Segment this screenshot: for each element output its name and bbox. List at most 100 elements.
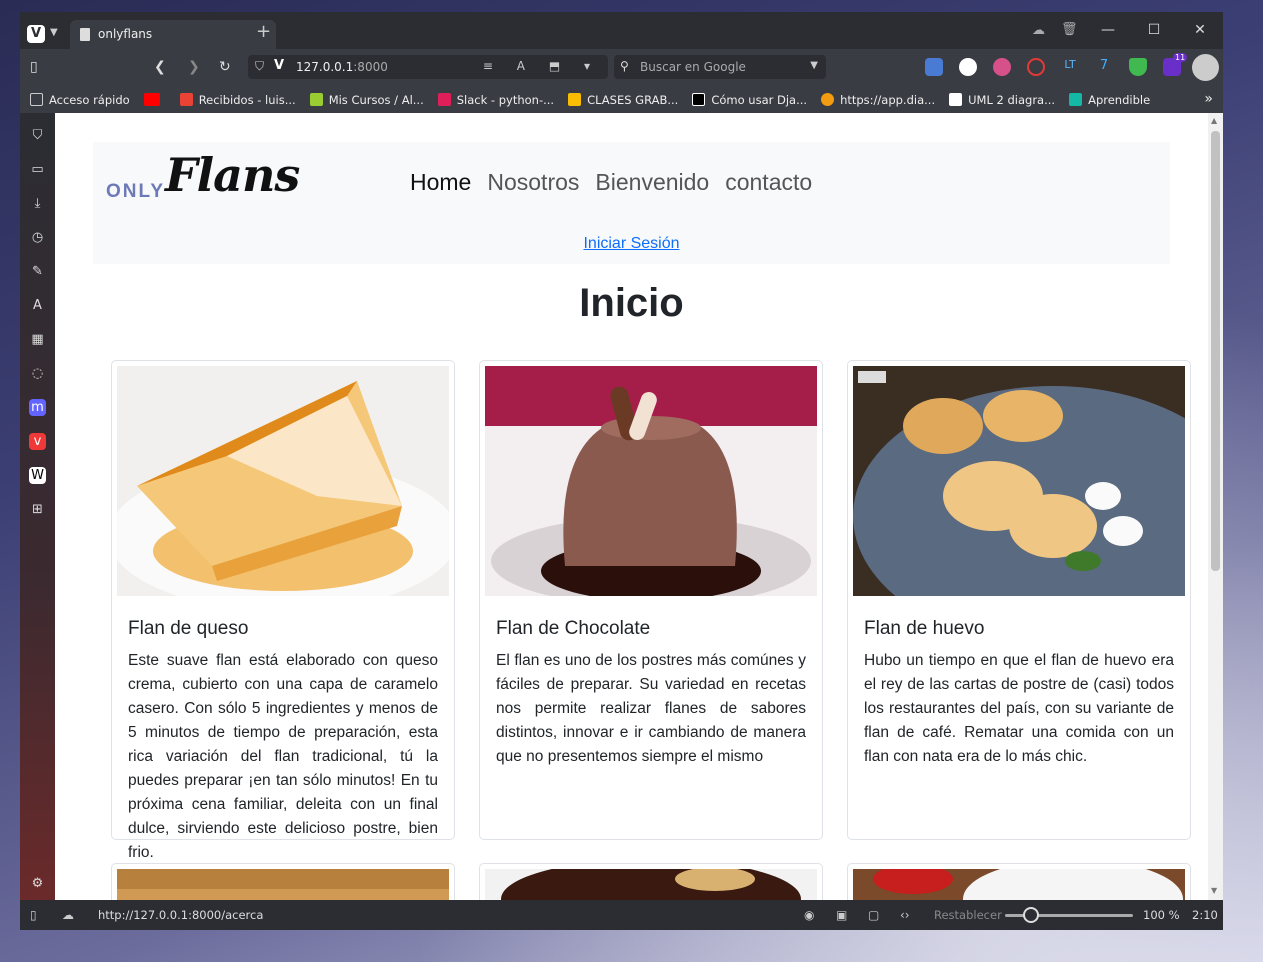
django-icon [692, 93, 706, 106]
sync-cloud-icon[interactable]: ☁ [62, 908, 74, 922]
capture-icon[interactable]: ◉ [804, 908, 814, 922]
card-text: El flan es uno de los postres más comúne… [496, 652, 806, 765]
nav-home[interactable]: Home [410, 169, 471, 196]
flan-image [117, 869, 449, 900]
flan-card: Flan de Chocolate El flan es uno de los … [479, 360, 823, 840]
bookmark-item[interactable]: Aprendible [1069, 93, 1150, 107]
extension-icon[interactable] [993, 58, 1011, 76]
scroll-thumb[interactable] [1211, 131, 1220, 571]
bookmark-item[interactable]: Slack - python-... [437, 93, 554, 107]
bookmark-item[interactable]: Mis Cursos / Al... [309, 93, 424, 107]
bookmark-item[interactable]: UML 2 diagra... [949, 93, 1055, 107]
add-panel-icon[interactable]: ⊞ [29, 501, 46, 518]
languagetool-extension-icon[interactable]: LT [1061, 58, 1079, 76]
site-navbar: ONLY Flans Home Nosotros Bienvenido cont… [93, 142, 1170, 224]
flan-queso-image [117, 366, 449, 596]
nav-bienvenido[interactable]: Bienvenido [595, 169, 709, 196]
mastodon-icon[interactable]: m [29, 399, 46, 416]
flan-card [847, 863, 1191, 900]
flan-card: Flan de queso Este suave flan está elabo… [111, 360, 455, 861]
tab-onlyflans[interactable]: onlyflans [70, 20, 276, 49]
translate-extension-icon[interactable] [925, 58, 943, 76]
flan-chocolate-image [485, 366, 817, 596]
search-engine-dropdown-icon[interactable]: ▼ [810, 60, 818, 71]
reset-zoom-button[interactable]: Restablecer [934, 908, 1002, 922]
extension-badge: 11 [1173, 53, 1188, 62]
url-field[interactable]: ⛉ V 127.0.0.1:8000 ≡ A ⬒ ▾ [248, 55, 608, 79]
extension-icon[interactable] [959, 58, 977, 76]
panel-toggle-icon[interactable]: ▯ [30, 908, 37, 922]
scroll-down-icon[interactable]: ▼ [1211, 886, 1217, 895]
clock: 2:10 [1192, 908, 1218, 922]
card-text: Este suave flan está elaborado con queso… [128, 652, 438, 861]
trash-icon[interactable]: 🗑 [1061, 22, 1078, 37]
scroll-up-icon[interactable]: ▲ [1211, 116, 1217, 125]
minimize-icon[interactable]: — [1085, 12, 1131, 49]
search-field[interactable]: ⚲ Buscar en Google ▼ [614, 55, 826, 79]
bookmark-item[interactable]: https://app.dia... [821, 93, 935, 107]
forward-icon[interactable]: ❯ [188, 59, 200, 75]
side-panel: ⛉ ▭ ⤓ ◷ ✎ A ▦ ◌ m v W ⊞ ⚙ [20, 113, 55, 900]
url-text: 127.0.0.1:8000 [296, 60, 388, 74]
downloads-icon[interactable]: ⤓ [29, 195, 46, 212]
page-content: ONLY Flans Home Nosotros Bienvenido cont… [55, 113, 1208, 900]
reload-icon[interactable]: ↻ [219, 59, 231, 75]
brand-flans[interactable]: Flans [165, 148, 300, 202]
back-icon[interactable]: ❮ [154, 59, 166, 75]
reading-list-icon[interactable]: ▭ [29, 161, 46, 178]
flan-image [485, 869, 817, 900]
diagrams-icon [821, 93, 835, 106]
more-bookmarks-icon[interactable]: » [1204, 91, 1213, 107]
feed-icon[interactable]: ◌ [29, 365, 46, 382]
status-url: http://127.0.0.1:8000/acerca [98, 908, 264, 922]
notes-icon[interactable]: ✎ [29, 263, 46, 280]
image-toggle-icon[interactable]: ▣ [836, 908, 847, 922]
flan-card: Flan de huevo Hubo un tiempo en que el f… [847, 360, 1191, 840]
nav-nosotros[interactable]: Nosotros [487, 169, 579, 196]
brand-only[interactable]: ONLY [106, 181, 165, 203]
login-link[interactable]: Iniciar Sesión [583, 235, 679, 252]
youtube-icon [143, 93, 160, 106]
site-info-icon[interactable]: V [274, 58, 284, 73]
new-tab-icon[interactable]: + [256, 21, 271, 42]
flan-card [479, 863, 823, 900]
bookmark-item[interactable]: Recibidos - luis... [179, 93, 296, 107]
panel-toggle-icon[interactable]: ▯ [30, 59, 38, 75]
bookmark-item[interactable] [143, 93, 166, 106]
bookmark-item[interactable]: CLASES GRAB... [568, 93, 678, 107]
maximize-icon[interactable]: ☐ [1131, 12, 1177, 49]
extension-icon[interactable]: 11 [1163, 53, 1188, 76]
vertical-scrollbar[interactable]: ▲ ▼ [1208, 113, 1223, 900]
translate-icon[interactable]: A [29, 297, 46, 314]
settings-icon[interactable]: ⚙ [29, 875, 46, 892]
chevron-down-icon[interactable]: ▼ [50, 27, 58, 38]
flan-card [111, 863, 455, 900]
page-actions-icon[interactable]: ▢ [868, 908, 879, 922]
nav-contacto[interactable]: contacto [725, 169, 812, 196]
extension-icon[interactable]: 7 [1095, 58, 1113, 76]
close-icon[interactable]: ✕ [1177, 12, 1223, 49]
vivaldi-icon[interactable]: v [29, 433, 46, 450]
zoom-level: 100 % [1143, 908, 1180, 922]
opera-extension-icon[interactable] [1027, 58, 1045, 76]
shield-extension-icon[interactable] [1129, 58, 1147, 76]
calendar-icon[interactable]: ▦ [29, 331, 46, 348]
search-placeholder: Buscar en Google [640, 60, 746, 74]
code-icon[interactable]: ‹› [900, 908, 910, 922]
browser-window: V ▼ onlyflans + ☁ 🗑 — ☐ ✕ ▯ ❮ ❯ ↻ ⛉ V 12… [20, 12, 1223, 930]
aprendible-icon [1069, 93, 1083, 106]
url-actions-icon[interactable]: ≡ A ⬒ ▾ [483, 59, 600, 73]
shield-icon[interactable]: ⛉ [255, 59, 264, 74]
history-icon[interactable]: ◷ [29, 229, 46, 246]
bookmark-item[interactable]: Acceso rápido [30, 93, 130, 107]
bookmarks-panel-icon[interactable]: ⛉ [29, 127, 46, 144]
page-icon [80, 28, 90, 41]
vivaldi-menu-icon[interactable]: V [27, 25, 45, 43]
cloud-icon[interactable]: ☁ [1032, 23, 1045, 38]
address-bar: ▯ ❮ ❯ ↻ ⛉ V 127.0.0.1:8000 ≡ A ⬒ ▾ ⚲ Bus… [20, 49, 1223, 86]
course-icon [309, 93, 323, 106]
zoom-slider-handle[interactable] [1023, 907, 1039, 923]
wikipedia-icon[interactable]: W [29, 467, 46, 484]
profile-avatar[interactable] [1192, 54, 1219, 81]
bookmark-item[interactable]: Cómo usar Dja... [692, 93, 807, 107]
